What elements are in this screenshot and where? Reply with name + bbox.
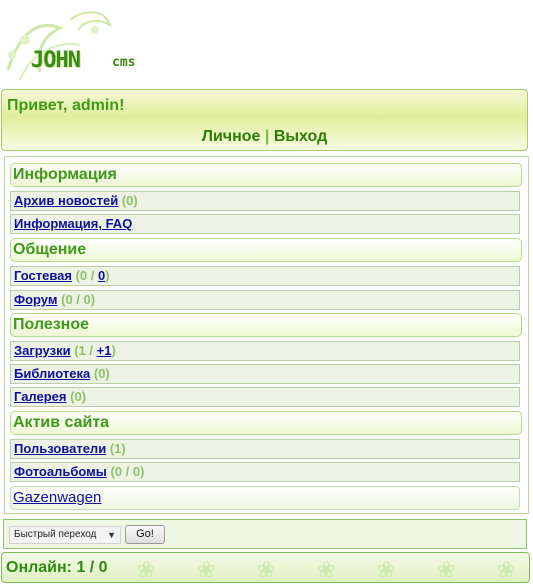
guestbook-count-close: ): [105, 268, 110, 283]
downloads-count-close: ): [111, 343, 116, 358]
gazenwagen-link[interactable]: Gazenwagen: [13, 489, 101, 506]
logo-suffix: cms: [112, 55, 136, 70]
users-count: (1): [109, 441, 126, 456]
go-button[interactable]: Go!: [125, 525, 165, 544]
butterfly-icon: ❀: [137, 557, 156, 582]
gallery-count: (0): [70, 389, 87, 404]
butterfly-icon: ❀: [197, 557, 216, 582]
forum-link[interactable]: Форум: [14, 292, 57, 307]
library-count: (0): [93, 366, 110, 381]
menu-item-users: Пользователи (1): [10, 439, 520, 459]
quick-jump-panel: Быстрый переход ▼ Go!: [3, 519, 527, 549]
news-count: (0): [121, 193, 138, 208]
logo-text: JOHN: [31, 48, 81, 73]
butterfly-icon: ❀: [497, 557, 516, 582]
personal-link[interactable]: Личное: [202, 128, 261, 145]
section-useful: Полезное: [10, 313, 522, 337]
downloads-count: (1 / +1): [74, 343, 116, 358]
menu-item-forum: Форум (0 / 0): [10, 290, 520, 310]
quick-jump-value: Быстрый переход: [14, 529, 97, 540]
menu-item-gazenwagen: Gazenwagen: [10, 486, 520, 510]
downloads-new-link[interactable]: +1: [97, 343, 112, 358]
section-info: Информация: [10, 163, 522, 187]
logo-swirl-decoration: [6, 11, 112, 81]
menu-item-albums: Фотоальбомы (0 / 0): [10, 462, 520, 482]
menu-item-downloads: Загрузки (1 / +1): [10, 341, 520, 361]
nav-separator: |: [264, 128, 270, 145]
greeting: Привет, admin!: [7, 97, 124, 115]
menu-item-library: Библиотека (0): [10, 364, 520, 384]
greeting-username: admin: [71, 97, 120, 114]
gallery-link[interactable]: Галерея: [14, 389, 67, 404]
logout-link[interactable]: Выход: [274, 128, 327, 145]
users-link[interactable]: Пользователи: [14, 441, 106, 456]
albums-count: (0 / 0): [110, 464, 145, 479]
guestbook-link[interactable]: Гостевая: [14, 268, 72, 283]
albums-link[interactable]: Фотоальбомы: [14, 464, 107, 479]
faq-link[interactable]: Информация, FAQ: [14, 216, 132, 231]
menu-item-gallery: Галерея (0): [10, 387, 520, 407]
main-menu: Информация Архив новостей (0) Информация…: [4, 156, 529, 514]
downloads-count-open: (1 /: [74, 343, 97, 358]
news-link[interactable]: Архив новостей: [14, 193, 118, 208]
butterfly-icon: ❀: [437, 557, 456, 582]
greeting-prefix: Привет,: [7, 97, 72, 114]
section-activity: Актив сайта: [10, 411, 522, 435]
online-counter[interactable]: Онлайн: 1 / 0: [6, 559, 108, 577]
greeting-suffix: !: [119, 97, 125, 114]
butterfly-icon: ❀: [377, 557, 396, 582]
butterfly-icon: ❀: [317, 557, 336, 582]
downloads-link[interactable]: Загрузки: [14, 343, 71, 358]
section-communication: Общение: [10, 238, 522, 262]
quick-jump-select[interactable]: Быстрый переход ▼: [9, 526, 121, 544]
butterfly-icon: ❀: [257, 557, 276, 582]
online-bar: ❀ ❀ ❀ ❀ ❀ ❀ ❀ Онлайн: 1 / 0: [1, 552, 530, 583]
top-nav: Личное | Выход: [2, 128, 527, 146]
forum-count: (0 / 0): [61, 292, 96, 307]
menu-item-guestbook: Гостевая (0 / 0): [10, 266, 520, 286]
menu-item-news: Архив новостей (0): [10, 191, 520, 211]
chevron-down-icon: ▼: [107, 530, 116, 540]
header-panel: Привет, admin! Личное | Выход: [1, 89, 528, 151]
guestbook-count-open: (0 /: [75, 268, 98, 283]
guestbook-count: (0 / 0): [76, 268, 110, 283]
library-link[interactable]: Библиотека: [14, 366, 90, 381]
menu-item-faq: Информация, FAQ: [10, 214, 520, 234]
logo[interactable]: JOHN cms: [0, 0, 200, 86]
